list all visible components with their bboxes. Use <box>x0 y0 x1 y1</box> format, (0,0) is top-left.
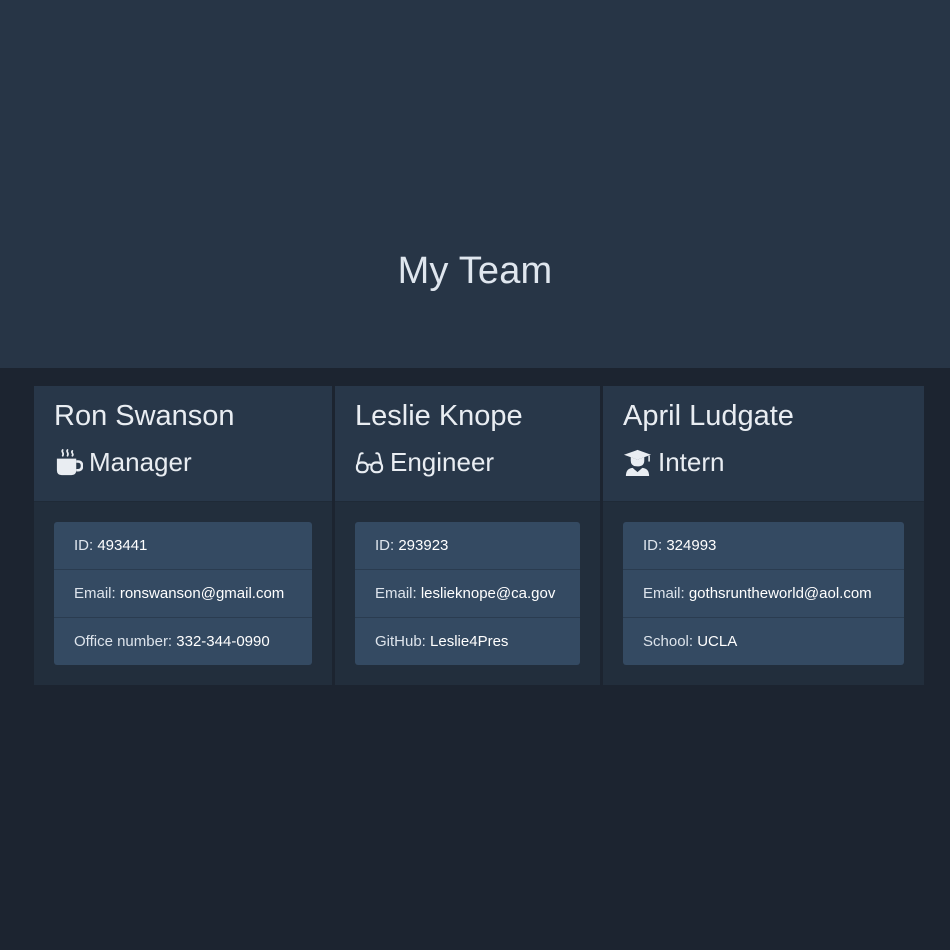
employee-card-manager: Ron Swanson Manager ID: 493441 Email: ro… <box>34 386 332 685</box>
role-label: Engineer <box>390 447 495 477</box>
mug-icon <box>54 448 83 477</box>
employee-card-engineer: Leslie Knope Engineer ID: 293923 Email: … <box>335 386 600 685</box>
detail-id: ID: 493441 <box>54 522 312 570</box>
email-link[interactable]: ronswanson@gmail.com <box>120 585 284 602</box>
email-link[interactable]: gothsruntheworld@aol.com <box>689 585 872 602</box>
card-header: April Ludgate Intern <box>603 386 924 502</box>
card-header: Ron Swanson Manager <box>34 386 332 502</box>
github-link[interactable]: Leslie4Pres <box>430 633 508 650</box>
employee-name: Leslie Knope <box>355 400 523 432</box>
detail-id: ID: 324993 <box>623 522 904 570</box>
employee-details: ID: 324993 Email: gothsruntheworld@aol.c… <box>623 522 904 665</box>
detail-value: UCLA <box>697 633 738 650</box>
detail-email: Email: ronswanson@gmail.com <box>54 570 312 618</box>
employee-name: Ron Swanson <box>54 400 235 432</box>
detail-email: Email: gothsruntheworld@aol.com <box>623 570 904 618</box>
page-title: My Team <box>397 250 553 292</box>
detail-label: Email: <box>375 585 421 602</box>
detail-label: Email: <box>74 585 120 602</box>
employee-name: April Ludgate <box>623 400 794 432</box>
detail-label: ID: <box>74 537 98 554</box>
card-header: Leslie Knope Engineer <box>335 386 600 502</box>
detail-value: 332-344-0990 <box>176 633 270 650</box>
role-label: Manager <box>89 447 192 477</box>
employee-card-intern: April Ludgate Intern ID: 324993 Email: g… <box>603 386 924 685</box>
employee-role: Manager <box>54 447 192 478</box>
detail-label: GitHub: <box>375 633 431 650</box>
detail-value: 293923 <box>398 537 449 554</box>
email-link[interactable]: leslieknope@ca.gov <box>421 585 555 602</box>
detail-office-number: Office number: 332-344-0990 <box>54 618 312 665</box>
glasses-icon <box>355 448 384 477</box>
employee-role: Intern <box>623 447 725 478</box>
detail-email: Email: leslieknope@ca.gov <box>355 570 580 618</box>
team-cards: Ron Swanson Manager ID: 493441 Email: ro… <box>34 386 924 685</box>
detail-label: Email: <box>643 585 689 602</box>
employee-role: Engineer <box>355 447 494 478</box>
detail-label: ID: <box>643 537 667 554</box>
detail-github: GitHub: Leslie4Pres <box>355 618 580 665</box>
detail-label: School: <box>643 633 698 650</box>
detail-value: 493441 <box>97 537 148 554</box>
detail-label: Office number: <box>74 633 177 650</box>
employee-details: ID: 493441 Email: ronswanson@gmail.com O… <box>54 522 312 665</box>
detail-value: 324993 <box>666 537 717 554</box>
detail-id: ID: 293923 <box>355 522 580 570</box>
detail-school: School: UCLA <box>623 618 904 665</box>
detail-label: ID: <box>375 537 399 554</box>
page-header: My Team <box>0 0 950 368</box>
graduate-icon <box>623 448 652 477</box>
employee-details: ID: 293923 Email: leslieknope@ca.gov Git… <box>355 522 580 665</box>
role-label: Intern <box>658 447 725 477</box>
